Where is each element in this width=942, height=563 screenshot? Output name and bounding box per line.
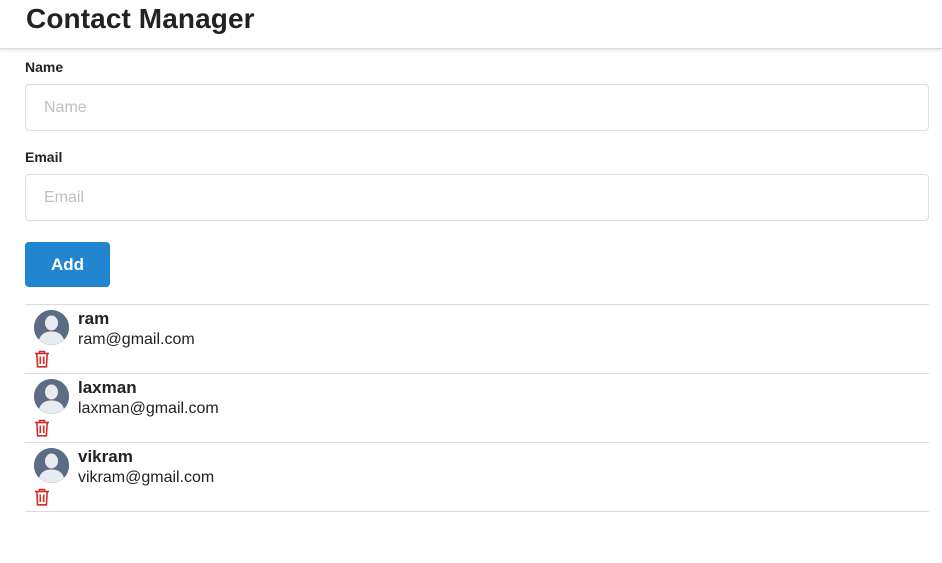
email-label: Email: [25, 149, 63, 165]
trash-icon[interactable]: [34, 350, 50, 368]
user-avatar-icon: [34, 310, 69, 345]
name-input[interactable]: [25, 84, 929, 131]
contact-email: ram@gmail.com: [78, 331, 195, 348]
contact-item: laxman laxman@gmail.com: [25, 374, 929, 443]
page-title: Contact Manager: [26, 3, 255, 34]
contact-name: ram: [78, 309, 110, 328]
email-input[interactable]: [25, 174, 929, 221]
contact-email: vikram@gmail.com: [78, 469, 215, 486]
contact-name: laxman: [78, 378, 137, 397]
name-label: Name: [25, 59, 64, 75]
contact-name: vikram: [78, 447, 133, 466]
email-field-group: Email: [25, 148, 929, 221]
add-button[interactable]: Add: [25, 242, 110, 287]
contact-item: vikram vikram@gmail.com: [25, 443, 929, 512]
contact-email: laxman@gmail.com: [78, 400, 219, 417]
contact-item: ram ram@gmail.com: [25, 305, 929, 374]
name-field-group: Name: [25, 58, 929, 131]
app-header: Contact Manager: [0, 0, 942, 49]
add-contact-form: Name Email: [25, 58, 929, 238]
user-avatar-icon: [34, 379, 69, 414]
contact-list: ram ram@gmail.com laxman laxman@gmail.co…: [25, 304, 929, 512]
trash-icon[interactable]: [34, 419, 50, 437]
user-avatar-icon: [34, 448, 69, 483]
trash-icon[interactable]: [34, 488, 50, 506]
